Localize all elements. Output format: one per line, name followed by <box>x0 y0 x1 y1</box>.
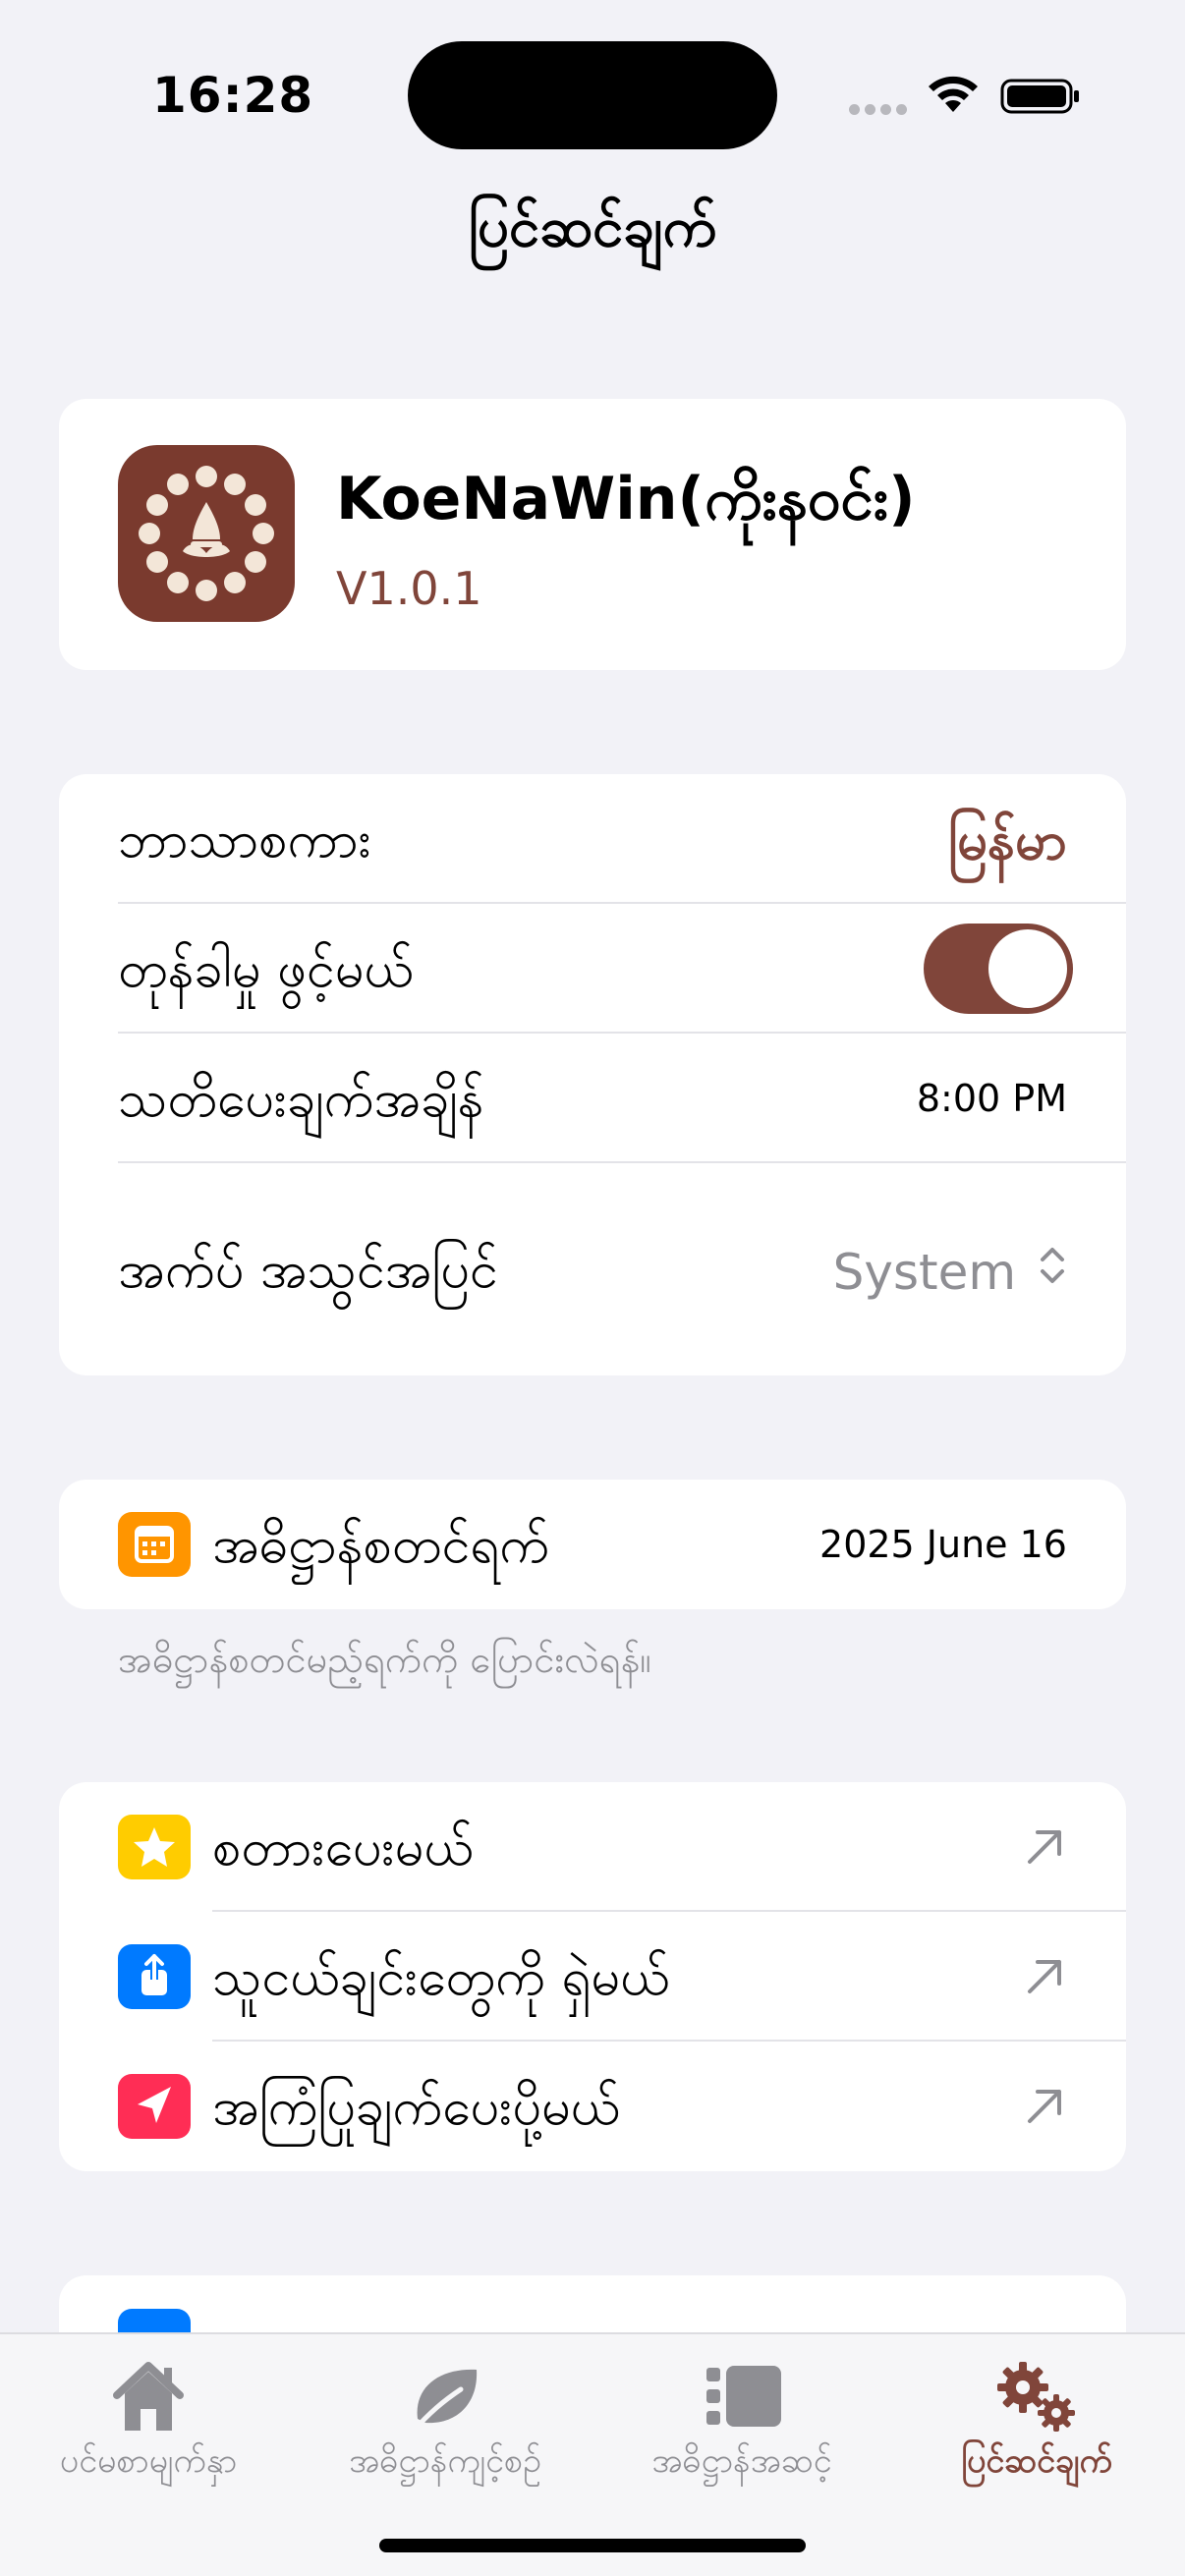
send-icon <box>118 2074 191 2139</box>
appearance-row[interactable]: အက်ပ် အသွင်အပြင် System <box>118 1163 1126 1375</box>
list-icon <box>706 2366 781 2427</box>
status-time: 16:28 <box>152 67 314 124</box>
share-icon <box>118 1944 191 2009</box>
toggle-knob <box>988 929 1067 1008</box>
tab-practice-label: အဓိဋ္ဌာန်ကျင့်စဉ် <box>349 2441 541 2481</box>
settings-screen: 16:28 ပြင်ဆင်ချက် KoeNaWin(ကိုးနဝင်း) V1… <box>0 0 1185 2576</box>
chevron-up-down-icon <box>1041 1248 1064 1283</box>
language-label: ဘာသာစကား <box>118 811 371 869</box>
start-date-value[interactable]: 2025 June 16 <box>819 1523 1067 1566</box>
cellular-signal-icon <box>849 104 908 116</box>
arrow-up-right-icon <box>1028 1830 1061 1864</box>
start-date-note: အဓိဋ္ဌာန်စတင်မည့်ရက်ကို ပြောင်းလဲရန်။ <box>118 1638 651 1681</box>
wifi-icon <box>929 76 978 112</box>
leaf-icon <box>411 2369 478 2434</box>
dynamic-island <box>408 41 777 149</box>
language-row[interactable]: ဘာသာစကား မြန်မာ <box>118 774 1126 904</box>
app-version: V1.0.1 <box>336 562 482 615</box>
appearance-value-text: System <box>832 1244 1017 1301</box>
tab-home-label: ပင်မစာမျက်နှာ <box>59 2441 238 2481</box>
tab-practice[interactable]: အဓိဋ္ဌာန်ကျင့်စဉ် <box>297 2334 593 2531</box>
rate-app-row[interactable]: စတားပေးမယ် <box>59 1782 1126 1912</box>
start-date-label: အဓိဋ္ဌာန်စတင်ရက် <box>212 1516 549 1575</box>
page-title: ပြင်ဆင်ချက် <box>468 196 717 259</box>
app-info-card: KoeNaWin(ကိုးနဝင်း) V1.0.1 <box>59 399 1126 670</box>
app-logo-icon <box>118 445 295 622</box>
reminder-time-value[interactable]: 8:00 PM <box>917 1077 1067 1120</box>
feedback-label: အကြံပြုချက်ပေးပို့မယ် <box>212 2078 621 2137</box>
app-name: KoeNaWin(ကိုးနဝင်း) <box>336 465 916 533</box>
star-icon <box>118 1815 191 1879</box>
tab-home[interactable]: ပင်မစာမျက်နှာ <box>0 2334 297 2531</box>
calendar-icon <box>118 1512 191 1577</box>
appearance-value[interactable]: System <box>833 1244 1067 1301</box>
reminder-time-label: သတိပေးချက်အချိန် <box>118 1070 484 1129</box>
tab-stages[interactable]: အဓိဋ္ဌာန်အဆင့် <box>593 2334 890 2531</box>
appearance-label: အက်ပ် အသွင်အပြင် <box>118 1241 498 1300</box>
tab-settings-label: ပြင်ဆင်ချက် <box>961 2441 1112 2481</box>
share-app-label: သူငယ်ချင်းတွေကို ရှဲမယ် <box>212 1948 670 2007</box>
arrow-up-right-icon <box>1028 1960 1061 1993</box>
tab-settings[interactable]: ပြင်ဆင်ချက် <box>888 2334 1185 2531</box>
links-card: စတားပေးမယ် သူငယ်ချင်းတွေကို ရှဲမယ် အကြံပ… <box>59 1782 1126 2171</box>
battery-icon <box>1000 79 1079 114</box>
arrow-up-right-icon <box>1028 2090 1061 2123</box>
feedback-row[interactable]: အကြံပြုချက်ပေးပို့မယ် <box>59 2042 1126 2171</box>
share-app-row[interactable]: သူငယ်ချင်းတွေကို ရှဲမယ် <box>59 1912 1126 2042</box>
vibration-label: တုန်ခါမှု ဖွင့်မယ် <box>118 940 414 999</box>
language-value[interactable]: မြန်မာ <box>948 808 1067 885</box>
gear-icon <box>997 2362 1075 2432</box>
settings-card: ဘာသာစကား မြန်မာ တုန်ခါမှု ဖွင့်မယ် သတိပေ… <box>59 774 1126 1375</box>
vibration-row: တုန်ခါမှု ဖွင့်မယ် <box>118 904 1126 1034</box>
start-date-card[interactable]: အဓိဋ္ဌာန်စတင်ရက် 2025 June 16 <box>59 1480 1126 1609</box>
reminder-time-row[interactable]: သတိပေးချက်အချိန် 8:00 PM <box>118 1034 1126 1163</box>
tab-stages-label: အဓိဋ္ဌာန်အဆင့် <box>651 2441 832 2481</box>
home-indicator[interactable] <box>379 2539 806 2552</box>
vibration-toggle[interactable] <box>924 924 1073 1014</box>
rate-app-label: စတားပေးမယ် <box>212 1819 474 1877</box>
house-icon <box>113 2362 184 2431</box>
